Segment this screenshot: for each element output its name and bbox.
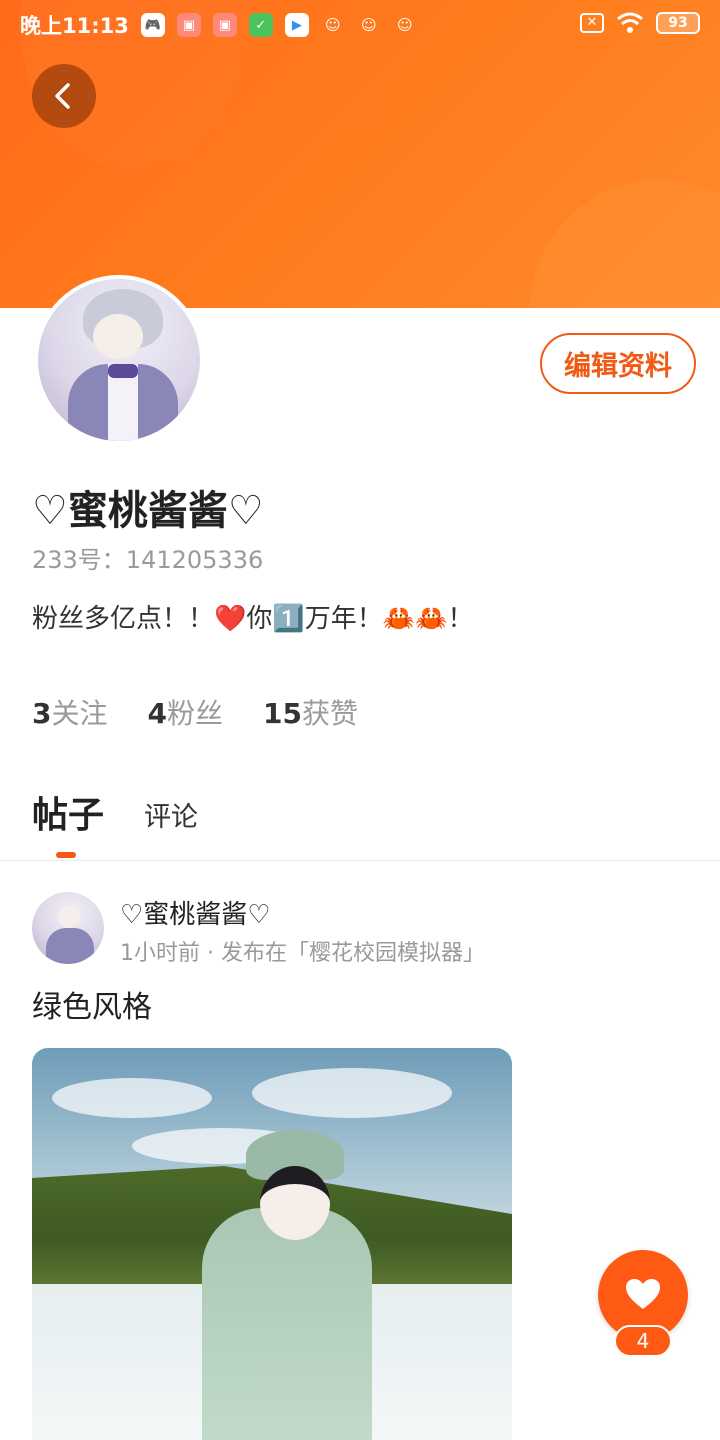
tab-posts-label: 帖子	[32, 795, 105, 836]
stat-likes-label: 获赞	[301, 697, 358, 730]
battery-icon: 93	[656, 12, 700, 34]
banner-decoration	[530, 180, 720, 308]
profile-id: 233号：141205336	[32, 546, 264, 574]
stat-following[interactable]: 3关注	[32, 692, 108, 732]
status-bar: 晚上11:13 🎮 ▣ ▣ ✓ ▶ ☺ ☺ ☺ ✕ 93	[0, 0, 720, 50]
status-time: 晚上11:13	[20, 14, 129, 38]
gift-icon: ▣	[212, 13, 237, 37]
stat-followers-count: 4	[147, 697, 167, 730]
active-tab-indicator	[56, 852, 76, 858]
profile-stats: 3关注 4粉丝 15获赞	[32, 692, 358, 732]
tab-comments[interactable]: 评论	[144, 795, 198, 834]
stat-likes-count: 15	[263, 697, 302, 730]
wifi-icon	[617, 12, 643, 33]
stat-following-label: 关注	[51, 697, 108, 730]
stat-followers[interactable]: 4粉丝	[148, 692, 224, 732]
heart-icon	[626, 1279, 660, 1309]
post-author-avatar[interactable]	[32, 892, 104, 964]
post-meta: 1小时前 · 发布在「樱花校园模拟器」	[120, 941, 485, 966]
profile-bio: 粉丝多亿点！！❤️你1️⃣万年！🦀🦀！	[32, 604, 474, 634]
play-store-icon: ▶	[284, 13, 309, 37]
mascot-icon: ☺	[397, 16, 413, 34]
tab-divider	[0, 860, 720, 861]
post-author-name[interactable]: ♡蜜桃酱酱♡	[120, 894, 271, 931]
mascot-icon: ☺	[361, 16, 377, 34]
profile-tabs: 帖子 评论	[32, 786, 198, 858]
gift-icon: ▣	[176, 13, 201, 37]
game-icon: 🎮	[140, 13, 165, 37]
profile-username: ♡蜜桃酱酱♡	[32, 488, 264, 534]
post-title[interactable]: 绿色风格	[32, 982, 152, 1026]
stat-following-count: 3	[32, 697, 52, 730]
profile-avatar[interactable]	[34, 275, 204, 445]
wechat-icon: ✓	[248, 13, 273, 37]
stat-likes[interactable]: 15获赞	[263, 692, 358, 732]
post-image[interactable]	[32, 1048, 512, 1440]
back-button[interactable]	[32, 64, 96, 128]
mascot-icon: ☺	[325, 16, 341, 34]
like-count-badge: 4	[614, 1325, 672, 1357]
stat-followers-label: 粉丝	[166, 697, 223, 730]
chevron-left-icon	[55, 83, 70, 109]
tab-posts[interactable]: 帖子	[32, 786, 105, 858]
sim-off-icon: ✕	[580, 13, 604, 33]
edit-profile-button[interactable]: 编辑资料	[540, 333, 696, 394]
